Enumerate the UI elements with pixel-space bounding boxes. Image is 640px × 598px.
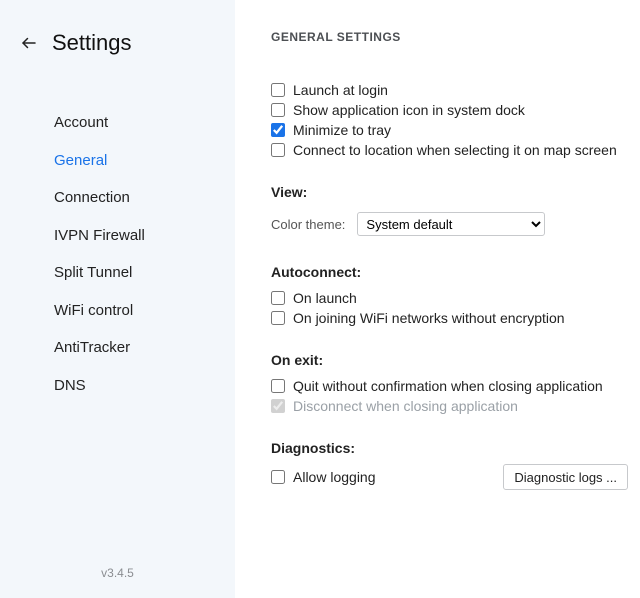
sidebar-header: Settings bbox=[0, 22, 235, 74]
checkbox-input-autoconnect-on-launch[interactable] bbox=[271, 291, 285, 305]
diagnostics-row: Allow logging Diagnostic logs ... bbox=[271, 464, 640, 490]
sidebar-item-antitracker[interactable]: AntiTracker bbox=[0, 329, 235, 367]
main-panel: GENERAL SETTINGS Launch at login Show ap… bbox=[235, 0, 640, 598]
checkbox-label: Connect to location when selecting it on… bbox=[293, 142, 617, 158]
checkbox-input-minimize-to-tray[interactable] bbox=[271, 123, 285, 137]
checkbox-input-quit-no-confirm[interactable] bbox=[271, 379, 285, 393]
color-theme-row: Color theme: System default bbox=[271, 212, 640, 236]
color-theme-select[interactable]: System default bbox=[357, 212, 545, 236]
checkbox-label: Show application icon in system dock bbox=[293, 102, 525, 118]
page-title: Settings bbox=[52, 30, 132, 56]
sidebar-item-label: DNS bbox=[54, 377, 86, 394]
checkbox-input-launch-at-login[interactable] bbox=[271, 83, 285, 97]
checkbox-input-autoconnect-open-wifi[interactable] bbox=[271, 311, 285, 325]
sidebar-item-account[interactable]: Account bbox=[0, 104, 235, 142]
subheading-diagnostics: Diagnostics: bbox=[271, 440, 640, 456]
sidebar-item-split-tunnel[interactable]: Split Tunnel bbox=[0, 254, 235, 292]
sidebar-item-label: Connection bbox=[54, 189, 130, 206]
checkbox-autoconnect-open-wifi[interactable]: On joining WiFi networks without encrypt… bbox=[271, 308, 640, 328]
checkbox-input-allow-logging[interactable] bbox=[271, 470, 285, 484]
sidebar-item-dns[interactable]: DNS bbox=[0, 367, 235, 405]
checkbox-label: Allow logging bbox=[293, 469, 376, 485]
sidebar-item-wifi-control[interactable]: WiFi control bbox=[0, 292, 235, 330]
checkbox-label: Quit without confirmation when closing a… bbox=[293, 378, 603, 394]
checkbox-label: Launch at login bbox=[293, 82, 388, 98]
app-version: v3.4.5 bbox=[0, 566, 235, 580]
subheading-autoconnect: Autoconnect: bbox=[271, 264, 640, 280]
checkbox-label: Disconnect when closing application bbox=[293, 398, 518, 414]
checkbox-label: On joining WiFi networks without encrypt… bbox=[293, 310, 565, 326]
sidebar-item-label: IVPN Firewall bbox=[54, 227, 145, 244]
checkbox-disconnect-on-close: Disconnect when closing application bbox=[271, 396, 640, 416]
section-heading: GENERAL SETTINGS bbox=[271, 30, 640, 44]
back-icon[interactable] bbox=[20, 34, 38, 52]
subheading-view: View: bbox=[271, 184, 640, 200]
subheading-on-exit: On exit: bbox=[271, 352, 640, 368]
color-theme-label: Color theme: bbox=[271, 217, 345, 232]
sidebar: Settings Account General Connection IVPN… bbox=[0, 0, 235, 598]
checkbox-connect-on-map[interactable]: Connect to location when selecting it on… bbox=[271, 140, 640, 160]
checkbox-input-show-dock-icon[interactable] bbox=[271, 103, 285, 117]
checkbox-show-dock-icon[interactable]: Show application icon in system dock bbox=[271, 100, 640, 120]
checkbox-minimize-to-tray[interactable]: Minimize to tray bbox=[271, 120, 640, 140]
checkbox-allow-logging[interactable]: Allow logging bbox=[271, 467, 376, 487]
sidebar-item-label: AntiTracker bbox=[54, 339, 130, 356]
sidebar-item-ivpn-firewall[interactable]: IVPN Firewall bbox=[0, 217, 235, 255]
checkbox-autoconnect-on-launch[interactable]: On launch bbox=[271, 288, 640, 308]
sidebar-item-label: General bbox=[54, 152, 107, 169]
diagnostic-logs-button[interactable]: Diagnostic logs ... bbox=[503, 464, 628, 490]
sidebar-nav: Account General Connection IVPN Firewall… bbox=[0, 74, 235, 404]
sidebar-item-general[interactable]: General bbox=[0, 142, 235, 180]
checkbox-launch-at-login[interactable]: Launch at login bbox=[271, 80, 640, 100]
sidebar-item-label: WiFi control bbox=[54, 302, 133, 319]
checkbox-label: On launch bbox=[293, 290, 357, 306]
sidebar-item-label: Account bbox=[54, 114, 108, 131]
checkbox-quit-no-confirm[interactable]: Quit without confirmation when closing a… bbox=[271, 376, 640, 396]
checkbox-input-disconnect-on-close bbox=[271, 399, 285, 413]
checkbox-label: Minimize to tray bbox=[293, 122, 391, 138]
sidebar-item-connection[interactable]: Connection bbox=[0, 179, 235, 217]
sidebar-item-label: Split Tunnel bbox=[54, 264, 132, 281]
checkbox-input-connect-on-map[interactable] bbox=[271, 143, 285, 157]
